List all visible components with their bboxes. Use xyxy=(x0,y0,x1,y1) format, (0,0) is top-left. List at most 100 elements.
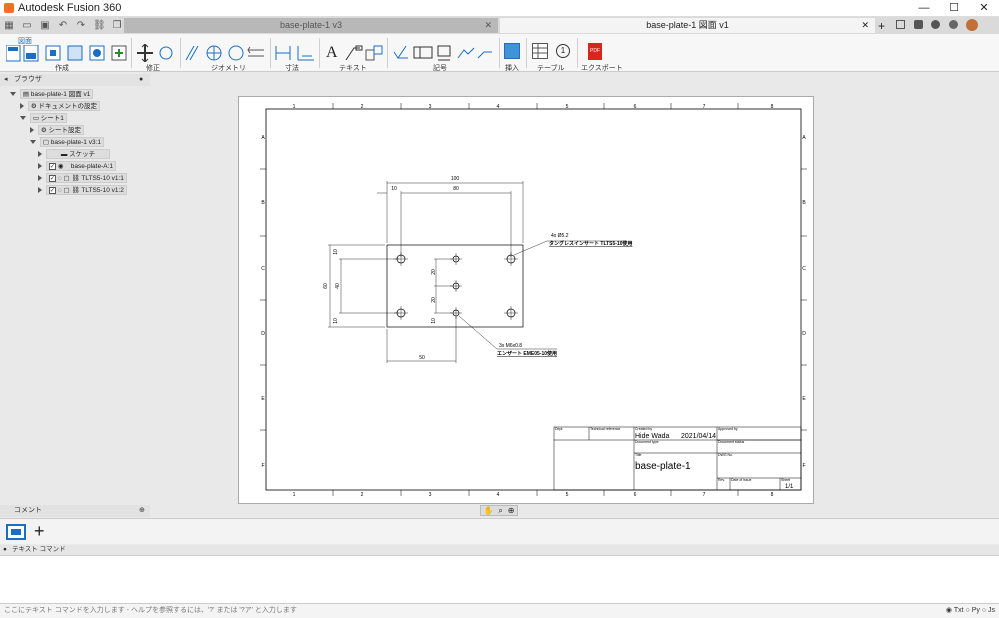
radio-js-icon[interactable]: ○ xyxy=(982,607,986,614)
radio-txt-label[interactable]: Txt xyxy=(954,607,964,614)
close-tab-icon[interactable]: ✕ xyxy=(861,18,869,33)
drawing-mode-button[interactable]: 図面 xyxy=(4,36,42,70)
dim-width: 100 xyxy=(451,176,460,182)
expand-arrow-icon[interactable] xyxy=(38,187,42,194)
avatar[interactable] xyxy=(966,19,978,31)
pdf-export-icon[interactable]: PDF xyxy=(588,43,602,60)
expand-arrow-icon[interactable] xyxy=(38,151,42,158)
text-icon[interactable]: A xyxy=(326,44,338,62)
collapse-icon[interactable]: ● xyxy=(3,545,7,555)
new-tab-icon[interactable]: + xyxy=(878,19,885,33)
browser-component-a[interactable]: ✓ ◉ base-plate-A:1 xyxy=(38,161,116,172)
browser-sheet1[interactable]: ▭ シート1 xyxy=(20,113,67,124)
browser-tlts-2[interactable]: ✓ ◌ ▢ ⛓ TLTS5-10 v1:2 xyxy=(38,185,127,196)
geometry-icons[interactable] xyxy=(184,44,268,62)
tb-issue-label: Date of issue xyxy=(731,478,751,482)
pan-icon[interactable]: ✋ xyxy=(483,506,493,515)
copy-icon[interactable]: ❐ xyxy=(111,20,123,32)
browser-view[interactable]: ▢ base-plate-1 v3:1 xyxy=(30,137,104,148)
save-icon[interactable]: ▣ xyxy=(39,20,51,32)
zoom-icon[interactable]: ⌕ xyxy=(498,506,502,516)
undo-icon[interactable]: ↶ xyxy=(57,20,69,32)
visibility-checkbox[interactable]: ✓ xyxy=(48,174,56,182)
dim-inner-foot: 10 xyxy=(431,318,437,324)
modify-menu[interactable]: 修正 xyxy=(146,63,160,73)
title-block xyxy=(553,426,802,491)
chat-icon[interactable] xyxy=(896,20,905,29)
tb-docstatus-label: Document status xyxy=(718,440,745,444)
text-tool-icons[interactable] xyxy=(344,44,384,62)
tab-base-plate-v3[interactable]: base-plate-1 v3 ✕ xyxy=(124,18,498,33)
link-icon[interactable]: ⛓ xyxy=(93,20,106,32)
browser-tlts-1[interactable]: ✓ ◌ ▢ ⛓ TLTS5-10 v1:1 xyxy=(38,173,127,184)
visibility-checkbox[interactable]: ✓ xyxy=(48,162,56,170)
tb-title: base-plate-1 xyxy=(635,461,691,472)
close-tab-icon[interactable]: ✕ xyxy=(484,18,492,33)
tb-created-by-label: Created by xyxy=(635,427,652,431)
text-menu[interactable]: テキスト xyxy=(339,63,367,73)
visibility-checkbox[interactable]: ✓ xyxy=(48,186,56,194)
symbol-icons[interactable] xyxy=(392,44,496,62)
notifications-icon[interactable] xyxy=(931,20,940,29)
grid-menu-icon[interactable]: ▦ xyxy=(3,20,15,32)
collapse-icon[interactable]: ◂ xyxy=(4,74,8,86)
expand-arrow-icon[interactable] xyxy=(20,103,24,110)
export-menu[interactable]: エクスポート xyxy=(581,63,623,73)
browser-root[interactable]: ▤ base-plate-1 図面 v1 xyxy=(10,89,94,100)
tb-doctype-label: Document type xyxy=(635,440,659,444)
expand-arrow-icon[interactable] xyxy=(30,140,36,145)
browser-item: ✓ ◉ base-plate-A:1 xyxy=(45,161,116,171)
eye-icon[interactable]: ◉ xyxy=(58,163,65,170)
maximize-button[interactable]: ☐ xyxy=(939,0,969,17)
dimension-icons[interactable] xyxy=(274,44,316,62)
tab-label: base-plate-1 図面 v1 xyxy=(646,20,729,30)
expand-arrow-icon[interactable] xyxy=(30,127,34,134)
expand-arrow-icon[interactable] xyxy=(20,116,26,121)
comment-panel-header[interactable]: コメント ⊕ xyxy=(0,505,150,517)
add-sheet-button[interactable]: + xyxy=(34,521,45,542)
insert-menu[interactable]: 挿入 xyxy=(505,63,519,73)
pin-icon[interactable]: ● xyxy=(139,74,143,86)
add-comment-icon[interactable]: ⊕ xyxy=(139,505,145,517)
radio-py-label[interactable]: Py xyxy=(972,607,980,614)
modify-icons[interactable] xyxy=(136,44,176,62)
sheet-thumbnail[interactable] xyxy=(6,524,26,540)
create-menu[interactable]: 作成 xyxy=(55,63,69,73)
file-icon[interactable]: ▭ xyxy=(21,20,33,32)
col-label: 8 xyxy=(771,492,774,498)
text-command-input[interactable]: ここにテキスト コマンドを入力します - ヘルプを参照するには、'?' または … xyxy=(0,604,999,618)
redo-icon[interactable]: ↷ xyxy=(75,20,87,32)
browser-sheet-settings[interactable]: ⚙ シート設定 xyxy=(30,125,84,136)
radio-py-icon[interactable]: ○ xyxy=(966,607,970,614)
radio-js-label[interactable]: Js xyxy=(988,607,995,614)
table-menu[interactable]: テーブル xyxy=(537,63,565,73)
help-icon[interactable] xyxy=(949,20,958,29)
zoom-window-icon[interactable]: ⊕ xyxy=(508,506,515,515)
symbols-menu[interactable]: 記号 xyxy=(433,63,447,73)
col-label: 1 xyxy=(293,104,296,110)
create-views-icons[interactable] xyxy=(44,44,134,62)
job-status-icon[interactable] xyxy=(914,20,923,29)
drawing-sheet[interactable]: 1 2 3 4 5 6 7 8 1 2 3 4 5 6 7 8 A B C D … xyxy=(238,96,814,504)
radio-txt-icon[interactable]: ◉ xyxy=(946,607,952,614)
minimize-button[interactable]: — xyxy=(909,0,939,17)
tab-drawing-v1[interactable]: base-plate-1 図面 v1 ✕ xyxy=(500,18,875,33)
balloon-icon[interactable]: 1 xyxy=(556,44,570,58)
expand-arrow-icon[interactable] xyxy=(38,175,42,182)
dim-left-top: 10 xyxy=(333,249,339,255)
expand-arrow-icon[interactable] xyxy=(38,163,42,170)
insert-image-icon[interactable] xyxy=(504,43,520,59)
tb-sheet: 1/1 xyxy=(785,484,794,490)
browser-panel-header[interactable]: ブラウザ ◂ ● xyxy=(0,74,150,86)
geometry-menu[interactable]: ジオメトリ xyxy=(211,63,246,73)
text-command-header[interactable]: テキスト コマンド ● xyxy=(0,545,999,555)
dimensions-menu[interactable]: 寸法 xyxy=(285,63,299,73)
close-button[interactable]: ✕ xyxy=(969,0,999,17)
expand-arrow-icon[interactable] xyxy=(10,92,16,97)
window-controls: — ☐ ✕ xyxy=(909,0,999,17)
browser-doc-settings[interactable]: ⚙ ドキュメントの設定 xyxy=(20,101,100,112)
folder-icon: ▬ xyxy=(60,151,70,158)
browser-sketch[interactable]: ▬ スケッチ xyxy=(38,149,111,160)
browser-item: ▭ シート1 xyxy=(29,113,67,123)
table-icon[interactable] xyxy=(532,43,548,59)
